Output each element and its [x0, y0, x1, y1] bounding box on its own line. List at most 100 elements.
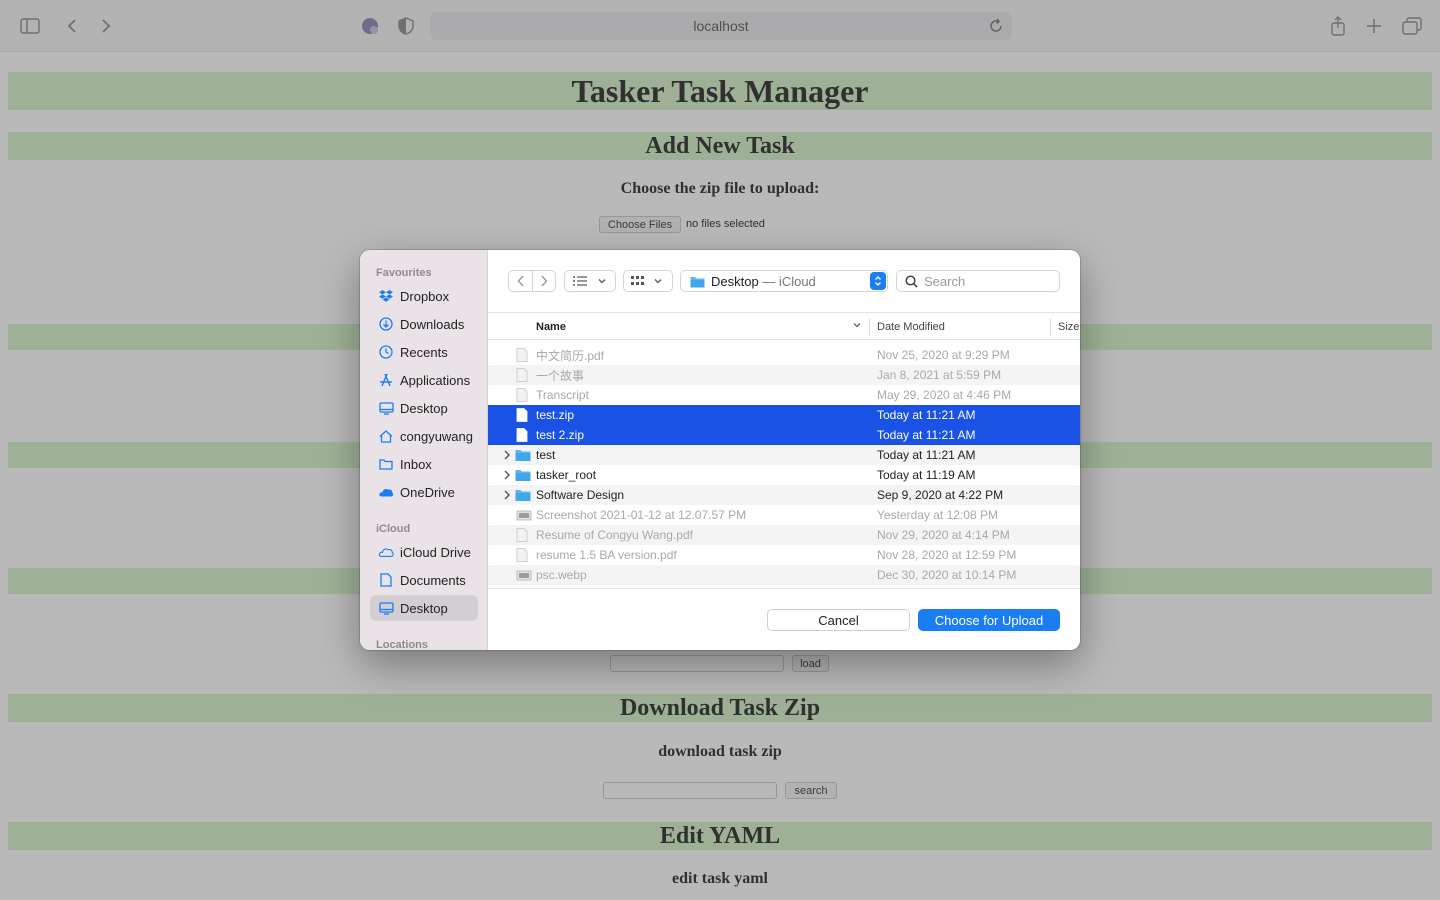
file-name: tasker_root: [536, 468, 597, 482]
file-icon: [516, 528, 529, 542]
sidebar-item-onedrive[interactable]: OneDrive: [370, 479, 478, 505]
file-row[interactable]: test.zip Today at 11:21 AM: [488, 405, 1080, 425]
file-name: psc.webp: [536, 568, 587, 582]
footer-divider: [488, 588, 1080, 589]
choose-for-upload-button[interactable]: Choose for Upload: [918, 609, 1060, 631]
group-view-button[interactable]: [623, 270, 673, 292]
file-date: Dec 30, 2020 at 10:14 PM: [877, 568, 1017, 582]
location-select[interactable]: Desktop — iCloud: [680, 270, 888, 292]
location-name: Desktop: [711, 273, 759, 289]
file-row: resume 1.5 BA version.pdf Nov 28, 2020 at…: [488, 545, 1080, 565]
search-placeholder: Search: [924, 273, 966, 289]
file-icon: [516, 388, 529, 402]
sidebar-item-label: Documents: [400, 572, 466, 588]
sidebar-item-label: congyuwang: [400, 428, 473, 444]
sidebar-item-label: Recents: [400, 344, 448, 360]
sidebar-item-label: Desktop: [400, 400, 448, 416]
sort-chevron-icon[interactable]: [852, 320, 862, 333]
file-date: Sep 9, 2020 at 4:22 PM: [877, 488, 1004, 502]
folder-icon: [515, 448, 531, 462]
sidebar-item-icloud-drive[interactable]: iCloud Drive: [370, 539, 478, 565]
file-row: Screenshot 2021-01-12 at 12.07.57 PM Yest…: [488, 505, 1080, 525]
folder-icon: [515, 488, 531, 502]
file-row[interactable]: test 2.zip Today at 11:21 AM: [488, 425, 1080, 445]
icloud-icon: [378, 544, 394, 560]
file-icon: [516, 548, 529, 562]
location-suffix: — iCloud: [758, 273, 816, 289]
search-field[interactable]: Search: [896, 270, 1060, 292]
locations-heading: Locations: [376, 639, 428, 650]
file-picker-dialog: Favourites Dropbox Downloads Recents App…: [360, 250, 1080, 650]
sidebar-item-applications[interactable]: Applications: [370, 367, 478, 393]
home-icon: [378, 428, 394, 444]
file-name: test 2.zip: [536, 428, 585, 442]
file-date: Today at 11:21 AM: [877, 448, 976, 462]
image-file-icon: [516, 568, 532, 582]
file-row: Resume of Congyu Wang.pdf Nov 29, 2020 at…: [488, 525, 1080, 545]
column-size[interactable]: Size: [1058, 321, 1079, 333]
sidebar-item-documents[interactable]: Documents: [370, 567, 478, 593]
file-name: Transcript: [536, 388, 589, 402]
list-view-button[interactable]: [564, 270, 616, 292]
column-divider[interactable]: [1050, 318, 1051, 336]
dialog-main: Desktop — iCloud Search Name Date Modifi…: [488, 250, 1080, 650]
file-icon: [516, 348, 529, 362]
document-icon: [378, 572, 394, 588]
file-row: 中文简历.pdf Nov 25, 2020 at 9:29 PM: [488, 345, 1080, 365]
file-date: May 29, 2020 at 4:46 PM: [877, 388, 1012, 402]
sidebar-item-label: Applications: [400, 372, 471, 388]
dropbox-icon: [378, 288, 394, 304]
file-row: 一个故事 Jan 8, 2021 at 5:59 PM: [488, 365, 1080, 385]
favourites-heading: Favourites: [376, 267, 432, 279]
file-date: Today at 11:21 AM: [877, 408, 976, 422]
file-row[interactable]: tasker_root Today at 11:19 AM: [488, 465, 1080, 485]
folder-icon: [689, 273, 705, 289]
sidebar-item-icloud-desktop[interactable]: Desktop: [370, 595, 478, 621]
folder-icon: [515, 468, 531, 482]
file-name: test: [536, 448, 556, 462]
sidebar-item-home[interactable]: congyuwang: [370, 423, 478, 449]
stepper-icon[interactable]: [870, 272, 886, 290]
file-icon: [516, 428, 529, 442]
file-row: psc.webp Dec 30, 2020 at 10:14 PM: [488, 565, 1080, 585]
column-header: Name Date Modified Size: [488, 312, 1080, 340]
column-divider[interactable]: [869, 318, 870, 336]
sidebar-item-label: iCloud Drive: [400, 544, 471, 560]
file-date: Today at 11:21 AM: [877, 428, 976, 442]
folder-icon: [378, 456, 394, 472]
search-icon: [905, 274, 918, 288]
disclosure-chevron-icon[interactable]: [503, 469, 511, 481]
file-name: test.zip: [536, 408, 575, 422]
sidebar-item-downloads[interactable]: Downloads: [370, 311, 478, 337]
column-date[interactable]: Date Modified: [877, 321, 945, 333]
sidebar-item-dropbox[interactable]: Dropbox: [370, 283, 478, 309]
forward-icon[interactable]: [532, 270, 556, 292]
file-row[interactable]: test Today at 11:21 AM: [488, 445, 1080, 465]
sidebar-item-label: Desktop: [400, 600, 448, 616]
file-name: 中文简历.pdf: [536, 348, 605, 363]
recents-icon: [378, 344, 394, 360]
file-date: Jan 8, 2021 at 5:59 PM: [877, 368, 1002, 382]
sidebar-item-inbox[interactable]: Inbox: [370, 451, 478, 477]
file-date: Nov 28, 2020 at 12:59 PM: [877, 548, 1017, 562]
back-icon[interactable]: [508, 270, 532, 292]
file-date: Nov 25, 2020 at 9:29 PM: [877, 348, 1010, 362]
downloads-icon: [378, 316, 394, 332]
file-name: resume 1.5 BA version.pdf: [536, 548, 677, 562]
cancel-button[interactable]: Cancel: [767, 609, 910, 631]
desktop-icon: [378, 400, 394, 416]
file-date: Yesterday at 12:08 PM: [877, 508, 998, 522]
icloud-heading: iCloud: [376, 523, 411, 535]
file-row[interactable]: Software Design Sep 9, 2020 at 4:22 PM: [488, 485, 1080, 505]
disclosure-chevron-icon[interactable]: [503, 489, 511, 501]
disclosure-chevron-icon[interactable]: [503, 449, 511, 461]
cloud-icon: [378, 484, 394, 500]
file-name: Software Design: [536, 488, 625, 502]
sidebar-item-recents[interactable]: Recents: [370, 339, 478, 365]
column-name[interactable]: Name: [536, 321, 566, 333]
file-icon: [516, 408, 529, 422]
sidebar-item-label: OneDrive: [400, 484, 455, 500]
file-date: Nov 29, 2020 at 4:14 PM: [877, 528, 1010, 542]
sidebar-item-desktop[interactable]: Desktop: [370, 395, 478, 421]
file-row: Transcript May 29, 2020 at 4:46 PM: [488, 385, 1080, 405]
